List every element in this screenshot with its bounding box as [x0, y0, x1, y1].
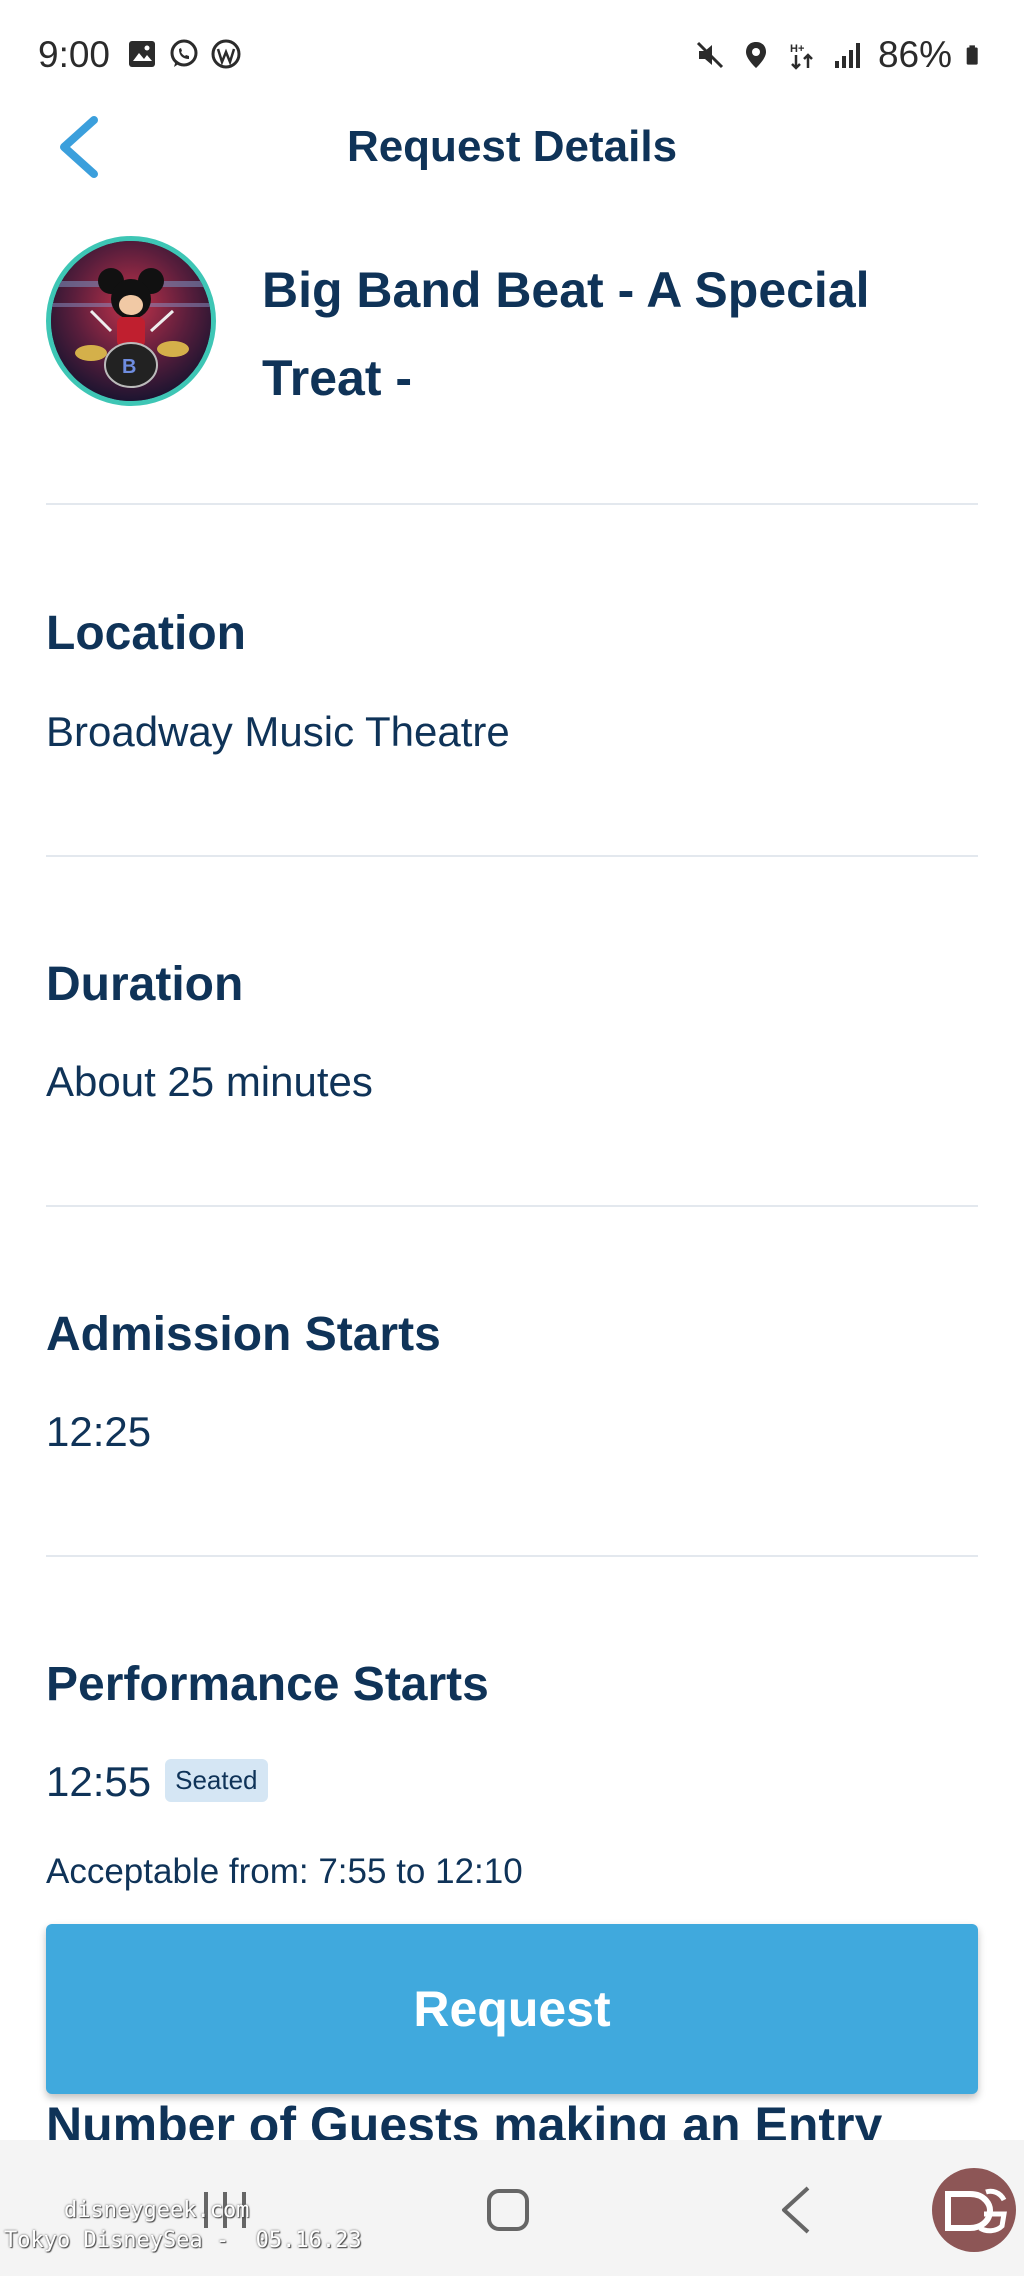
data-icon: H+ [790, 43, 813, 70]
mickey-drummer-image: B [51, 241, 211, 401]
event-title: Big Band Beat - A Special Treat - [262, 262, 870, 406]
performance-heading: Performance Starts [46, 1658, 489, 1711]
location-icon [745, 42, 766, 68]
signal-icon [834, 43, 860, 68]
duration-value: About 25 minutes [46, 1058, 373, 1105]
whatsapp-icon [170, 39, 198, 67]
acceptable-range: Acceptable from: 7:55 to 12:10 [46, 1852, 523, 1891]
gallery-icon [129, 41, 155, 67]
status-right-icons: H+ 86% [694, 34, 988, 76]
status-time: 9:00 [38, 34, 111, 75]
divider [46, 855, 978, 857]
divider [46, 1205, 978, 1207]
watermark-line-2: Tokyo DisneySea - 05.16.23 [4, 2228, 362, 2253]
svg-text:B: B [122, 356, 136, 378]
seated-badge: Seated [165, 1759, 268, 1803]
nav-back-icon[interactable] [778, 2184, 814, 2236]
app-header: Request Details [0, 112, 1024, 232]
divider [46, 503, 978, 505]
battery-icon [966, 45, 978, 65]
performance-value: 12:55 [46, 1758, 152, 1805]
divider [46, 1555, 978, 1557]
request-button[interactable]: Request [46, 1924, 978, 2094]
admission-value: 12:25 [46, 1408, 152, 1455]
duration-heading: Duration [46, 958, 244, 1011]
event-avatar: B [46, 236, 216, 406]
disneygeek-logo-icon [932, 2168, 1016, 2252]
performance-row: 12:55 Seated [46, 1758, 268, 1806]
location-heading: Location [46, 607, 246, 660]
location-value: Broadway Music Theatre [46, 708, 510, 755]
watermark-text: disneygeek.com Tokyo DisneySea - 05.16.2… [4, 2196, 362, 2256]
page-title: Request Details [346, 122, 678, 171]
svg-text:H+: H+ [790, 43, 804, 55]
guests-heading: Number of Guests making an Entry [46, 2097, 883, 2140]
wordpress-icon [211, 39, 241, 69]
battery-percent: 86% [877, 34, 952, 75]
mute-icon [696, 41, 723, 69]
status-left-icons [126, 38, 242, 70]
admission-heading: Admission Starts [46, 1308, 441, 1361]
home-icon[interactable] [486, 2188, 530, 2232]
status-bar: 9:00 H+ 86% [0, 0, 1024, 112]
watermark-line-1: disneygeek.com [64, 2198, 250, 2223]
